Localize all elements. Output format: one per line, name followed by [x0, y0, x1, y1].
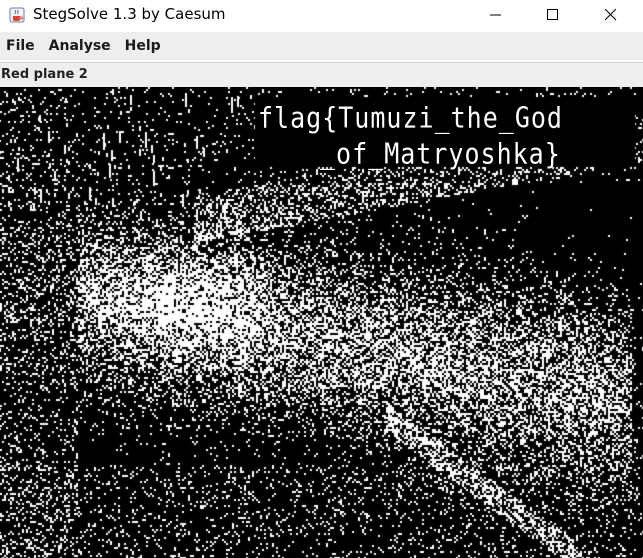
plane-label: Red plane 2	[1, 67, 88, 82]
minimize-button[interactable]	[473, 0, 519, 30]
window-title: StegSolve 1.3 by Caesum	[33, 5, 226, 23]
menu-analyse[interactable]: Analyse	[42, 32, 118, 60]
hidden-flag-line-1: flag{Tumuzi_the_God	[258, 101, 563, 135]
menu-help[interactable]: Help	[118, 32, 168, 60]
menu-bar: File Analyse Help	[0, 32, 643, 60]
close-button[interactable]	[588, 0, 634, 30]
hidden-flag-line-2: _of_Matryoshka}	[320, 137, 561, 171]
plane-label-bar: Red plane 2	[0, 62, 643, 87]
minimize-icon	[490, 14, 501, 16]
close-icon	[605, 9, 617, 21]
image-view[interactable]: flag{Tumuzi_the_God _of_Matryoshka}	[0, 87, 643, 558]
menu-file[interactable]: File	[0, 32, 42, 60]
java-cup-icon	[9, 7, 25, 23]
maximize-icon	[547, 9, 558, 20]
maximize-button[interactable]	[530, 0, 576, 30]
stegsolve-window: StegSolve 1.3 by Caesum File Analyse Hel…	[0, 0, 643, 558]
title-bar[interactable]: StegSolve 1.3 by Caesum	[0, 0, 643, 30]
